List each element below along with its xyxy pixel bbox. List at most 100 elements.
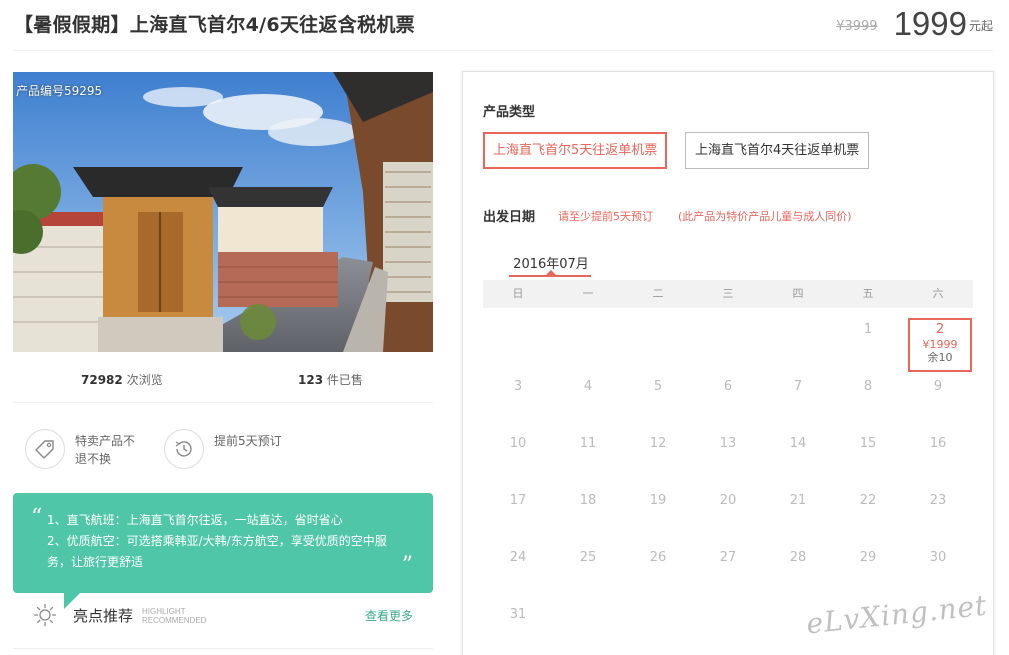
highlight-quote-line-1: 1、直飞航班：上海直飞首尔往返，一站直达，省时省心	[47, 513, 343, 527]
sun-icon	[33, 603, 57, 631]
selected-day-number: 2	[935, 322, 945, 337]
advance-booking-notice: 请至少提前5天预订	[558, 210, 653, 223]
calendar-day: 12	[649, 436, 667, 451]
feature-no-refund-text: 特卖产品不退不换	[75, 434, 136, 466]
calendar-week: 17 18 19 20 21 22 23	[483, 487, 973, 544]
calendar-day: 11	[579, 436, 597, 451]
calendar-day: 22	[859, 493, 877, 508]
sold-count-label: 件已售	[326, 373, 363, 387]
highlight-quote-box: “ 1、直飞航班：上海直飞首尔往返，一站直达，省时省心 2、优质航空：可选搭乘韩…	[13, 493, 433, 593]
current-price: 1999	[893, 5, 967, 42]
selected-day-price: ¥1999	[922, 338, 958, 351]
highlight-quote-lines: 1、直飞航班：上海直飞首尔往返，一站直达，省时省心 2、优质航空：可选搭乘韩亚/…	[47, 510, 407, 573]
calendar-day-empty	[763, 316, 833, 373]
calendar-day: 7	[793, 379, 803, 394]
calendar-day: 25	[579, 550, 597, 565]
clock-icon	[164, 429, 204, 469]
calendar-day: 15	[859, 436, 877, 451]
price-suffix: 元起	[968, 19, 993, 33]
quote-close-mark: ”	[401, 553, 413, 578]
calendar-day: 21	[789, 493, 807, 508]
feature-advance-booking-text: 提前5天预订	[214, 434, 282, 448]
booking-panel: 产品类型 上海直飞首尔5天往返单机票 上海直飞首尔4天往返单机票 出发日期 请至…	[462, 71, 994, 655]
page-title: 【暑假假期】上海直飞首尔4/6天往返含税机票	[14, 14, 415, 36]
calendar-day-empty	[693, 316, 763, 373]
highlight-subtitle-en: HIGHLIGHT RECOMMENDED	[142, 607, 206, 625]
calendar-day: 28	[789, 550, 807, 565]
weekday-fri: 五	[862, 287, 874, 300]
calendar-day-selected[interactable]: 2 ¥1999 余10	[903, 316, 973, 373]
calendar-day: 14	[789, 436, 807, 451]
calendar-day-empty	[553, 601, 623, 655]
calendar-day-empty	[623, 316, 693, 373]
selected-day-stock: 余10	[927, 351, 953, 364]
calendar-day: 19	[649, 493, 667, 508]
highlight-section-header: 亮点推荐 HIGHLIGHT RECOMMENDED 查看更多	[33, 600, 433, 630]
hanok-street-illustration	[13, 72, 433, 352]
calendar-day: 29	[859, 550, 877, 565]
calendar-week: 10 11 12 13 14 15 16	[483, 430, 973, 487]
calendar-day: 10	[509, 436, 527, 451]
product-code: 产品编号59295	[16, 84, 103, 98]
highlight-divider	[13, 648, 433, 649]
original-price: ¥3999	[836, 19, 878, 34]
calendar-day: 27	[719, 550, 737, 565]
tag-icon	[25, 429, 65, 469]
calendar-day: 16	[929, 436, 947, 451]
calendar-day-empty	[623, 601, 693, 655]
highlight-title: 亮点推荐	[73, 607, 134, 625]
month-tab-underline	[509, 275, 591, 277]
calendar-day: 24	[509, 550, 527, 565]
weekday-sun: 日	[512, 287, 524, 300]
product-stats: 72982 次浏览 123 件已售	[13, 364, 433, 394]
calendar-day: 8	[863, 379, 873, 394]
selected-day-box[interactable]: 2 ¥1999 余10	[908, 318, 972, 372]
calendar-weekday-header: 日 一 二 三 四 五 六	[483, 280, 973, 308]
product-type-option-4day[interactable]: 上海直飞首尔4天往返单机票	[685, 132, 870, 169]
calendar-day-empty	[483, 316, 553, 373]
product-type-label: 产品类型	[483, 105, 536, 120]
sold-count-number: 123	[298, 373, 324, 387]
feature-advance-booking: 提前5天预订	[164, 429, 284, 469]
calendar-day-empty	[693, 601, 763, 655]
price-box: ¥3999 1999 元起	[836, 4, 993, 44]
calendar-day: 23	[929, 493, 947, 508]
calendar-day-empty	[553, 316, 623, 373]
calendar-week: 3 4 5 6 7 8 9	[483, 373, 973, 430]
calendar-day: 4	[583, 379, 593, 394]
calendar-day: 9	[933, 379, 943, 394]
calendar-day: 26	[649, 550, 667, 565]
departure-date-label: 出发日期	[483, 210, 536, 225]
weekday-mon: 一	[582, 287, 594, 300]
calendar-day: 6	[723, 379, 733, 394]
highlight-quote-line-2: 2、优质航空：可选搭乘韩亚/大韩/东方航空，享受优质的空中服务，让旅行更舒适	[47, 534, 387, 569]
stats-divider	[13, 402, 433, 403]
calendar-day: 13	[719, 436, 737, 451]
product-type-option-5day[interactable]: 上海直飞首尔5天往返单机票	[483, 132, 668, 169]
view-count: 72982 次浏览	[81, 371, 163, 388]
product-photo	[13, 72, 433, 352]
feature-no-refund: 特卖产品不退不换	[25, 429, 145, 469]
quote-open-mark: “	[31, 505, 43, 530]
see-more-link[interactable]: 查看更多	[365, 607, 413, 624]
calendar-day: 20	[719, 493, 737, 508]
calendar-week: 24 25 26 27 28 29 30	[483, 544, 973, 601]
view-count-label: 次浏览	[126, 373, 163, 387]
calendar-week: 1 2 ¥1999 余10	[483, 316, 973, 373]
weekday-thu: 四	[792, 287, 804, 300]
month-tab-caret	[546, 270, 556, 275]
sold-count: 123 件已售	[298, 371, 363, 388]
highlight-subtitle-en-2: RECOMMENDED	[142, 616, 207, 625]
calendar-day: 3	[513, 379, 523, 394]
weekday-sat: 六	[932, 287, 944, 300]
calendar-day: 1	[863, 322, 873, 337]
highlight-subtitle-en-1: HIGHLIGHT	[142, 607, 186, 616]
calendar-day: 17	[509, 493, 527, 508]
view-count-number: 72982	[81, 373, 123, 387]
child-price-notice: (此产品为特价产品儿童与成人同价)	[678, 210, 852, 223]
header-divider	[14, 50, 993, 51]
calendar-day: 18	[579, 493, 597, 508]
weekday-tue: 二	[652, 287, 664, 300]
weekday-wed: 三	[722, 287, 734, 300]
calendar-day: 31	[509, 607, 527, 622]
